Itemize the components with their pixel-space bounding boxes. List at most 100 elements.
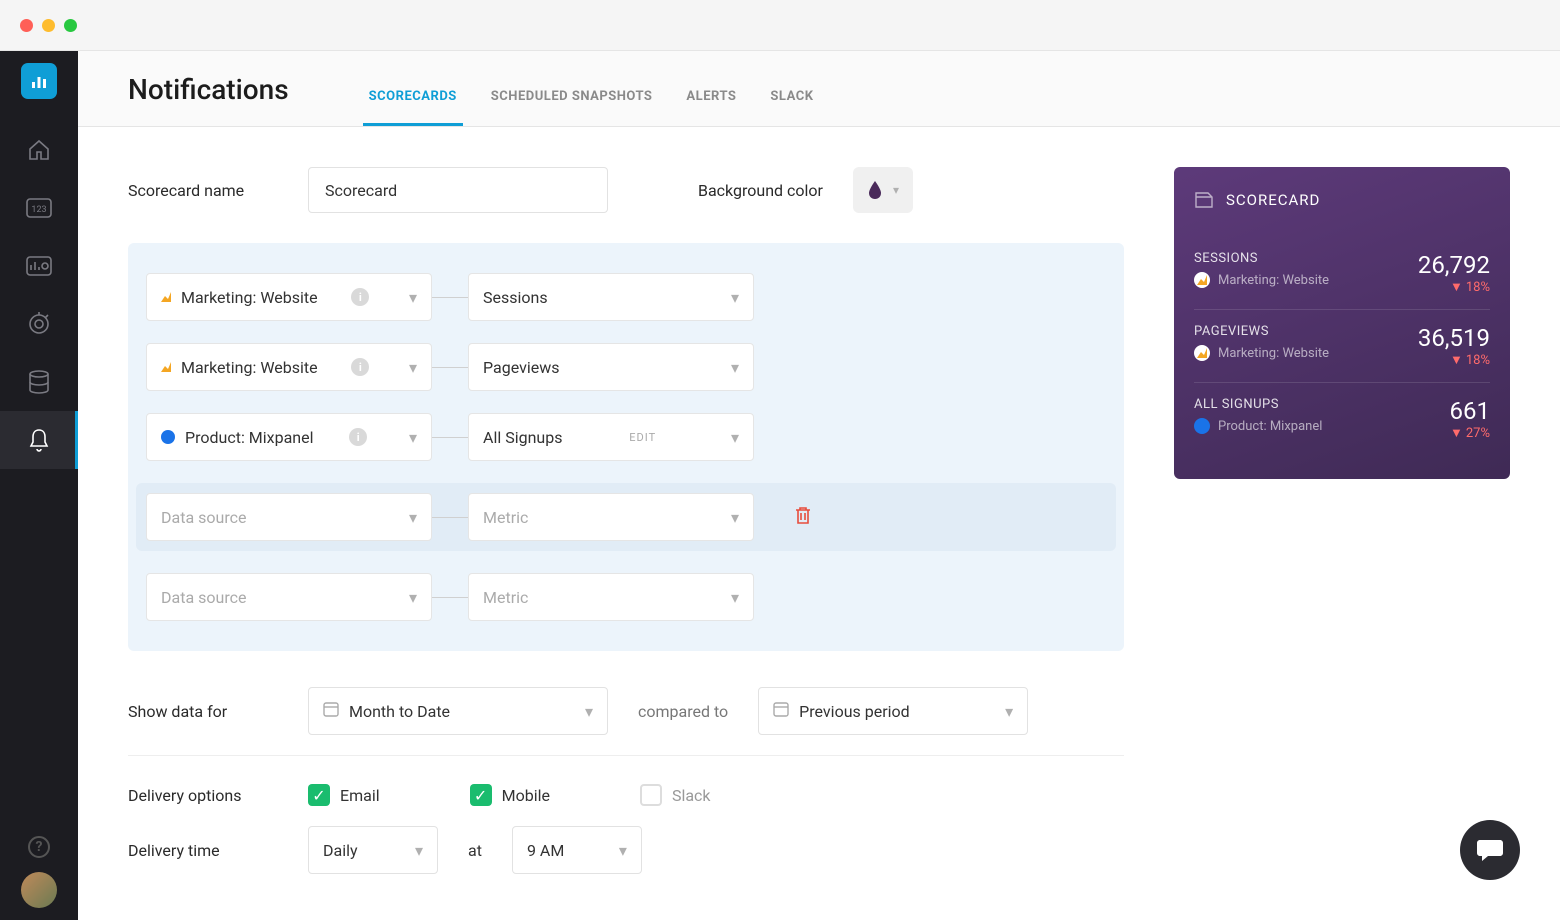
time-dropdown[interactable]: 9 AM ▾ [512, 826, 642, 874]
connector-line [432, 597, 468, 598]
metric-row: Marketing: Website i ▾ Sessions ▾ [146, 273, 1106, 321]
checkbox-mobile[interactable]: ✓ [470, 784, 492, 806]
metric-row-empty: Data source ▾ Metric ▾ [146, 573, 1106, 621]
minimize-window-button[interactable] [42, 19, 55, 32]
svg-text:123: 123 [31, 205, 46, 215]
date-range-value: Month to Date [349, 702, 450, 721]
checkbox-label-mobile: Mobile [502, 786, 550, 805]
preview-metric-name: ALL SIGNUPS [1194, 397, 1322, 412]
chevron-down-icon: ▾ [585, 702, 593, 721]
app-logo[interactable] [0, 51, 78, 111]
source-label: Product: Mixpanel [185, 428, 313, 447]
preview-metric-value: 36,519 [1418, 324, 1490, 352]
mixpanel-icon [1194, 418, 1210, 434]
placeholder-text: Metric [483, 508, 528, 527]
metric-selector-empty[interactable]: Metric ▾ [468, 573, 754, 621]
preview-metric-name: SESSIONS [1194, 251, 1329, 266]
chevron-down-icon: ▾ [731, 358, 739, 377]
frequency-dropdown[interactable]: Daily ▾ [308, 826, 438, 874]
page-header: Notifications SCORECARDS SCHEDULED SNAPS… [78, 51, 1560, 127]
data-source-selector[interactable]: Marketing: Website i ▾ [146, 273, 432, 321]
frequency-value: Daily [323, 841, 358, 860]
metric-row: Marketing: Website i ▾ Pageviews ▾ [146, 343, 1106, 391]
chevron-down-icon: ▾ [409, 358, 417, 377]
checkbox-slack[interactable] [640, 784, 662, 806]
tabs: SCORECARDS SCHEDULED SNAPSHOTS ALERTS SL… [369, 75, 814, 126]
preview-metric-change: 18% [1466, 280, 1490, 295]
edit-label[interactable]: EDIT [629, 431, 656, 444]
target-icon [27, 312, 51, 336]
droplet-icon [867, 180, 883, 200]
scorecard-preview: SCORECARD SESSIONS Marketing: Website 26… [1174, 167, 1510, 479]
metric-selector[interactable]: All Signups EDIT ▾ [468, 413, 754, 461]
sidebar-item-metrics[interactable]: 123 [0, 179, 78, 237]
sidebar-item-datasources[interactable] [0, 353, 78, 411]
info-icon[interactable]: i [351, 358, 369, 376]
metric-row: Product: Mixpanel i ▾ All Signups EDIT ▾ [146, 413, 1106, 461]
preview-metric-change: 18% [1466, 353, 1490, 368]
delete-row-button[interactable] [794, 505, 812, 530]
compare-to-dropdown[interactable]: Previous period ▾ [758, 687, 1028, 735]
chevron-down-icon: ▾ [731, 508, 739, 527]
close-window-button[interactable] [20, 19, 33, 32]
placeholder-text: Data source [161, 588, 246, 607]
maximize-window-button[interactable] [64, 19, 77, 32]
preview-metric-source: Marketing: Website [1218, 273, 1329, 288]
tab-scorecards[interactable]: SCORECARDS [369, 89, 457, 126]
metric-selector[interactable]: Pageviews ▾ [468, 343, 754, 391]
data-source-selector-empty[interactable]: Data source ▾ [146, 573, 432, 621]
metric-selector-empty[interactable]: Metric ▾ [468, 493, 754, 541]
preview-metric-change: 27% [1466, 426, 1490, 441]
connector-line [432, 517, 468, 518]
chevron-down-icon: ▾ [731, 428, 739, 447]
chevron-down-icon: ▾ [619, 841, 627, 860]
down-arrow-icon: ▼ [1450, 279, 1463, 295]
preview-title: SCORECARD [1226, 191, 1320, 209]
data-source-selector[interactable]: Marketing: Website i ▾ [146, 343, 432, 391]
tab-scheduled-snapshots[interactable]: SCHEDULED SNAPSHOTS [491, 89, 653, 126]
calendar-icon [773, 701, 789, 721]
placeholder-text: Data source [161, 508, 246, 527]
info-icon[interactable]: i [349, 428, 367, 446]
help-button[interactable]: ? [28, 836, 50, 858]
down-arrow-icon: ▼ [1450, 425, 1463, 441]
logo-icon [30, 72, 48, 90]
preview-metric-value: 26,792 [1418, 251, 1490, 279]
chevron-down-icon: ▾ [409, 428, 417, 447]
info-icon[interactable]: i [351, 288, 369, 306]
label-scorecard-name: Scorecard name [128, 181, 278, 200]
label-delivery-options: Delivery options [128, 786, 278, 805]
connector-line [432, 297, 468, 298]
database-icon [28, 370, 50, 394]
tab-slack[interactable]: SLACK [770, 89, 813, 126]
tab-alerts[interactable]: ALERTS [686, 89, 736, 126]
preview-metric-name: PAGEVIEWS [1194, 324, 1329, 339]
window-titlebar [0, 0, 1560, 50]
scorecard-icon [1194, 191, 1214, 209]
source-label: Marketing: Website [181, 288, 318, 307]
sidebar-item-goals[interactable] [0, 295, 78, 353]
google-analytics-icon [161, 292, 171, 302]
sidebar-item-home[interactable] [0, 121, 78, 179]
chat-support-button[interactable] [1460, 820, 1520, 880]
chat-icon [1476, 837, 1504, 863]
label-delivery-time: Delivery time [128, 841, 278, 860]
google-analytics-icon [1194, 272, 1210, 288]
dashboard-icon [26, 256, 52, 276]
scorecard-name-input[interactable] [308, 167, 608, 213]
metric-selector[interactable]: Sessions ▾ [468, 273, 754, 321]
data-source-selector[interactable]: Product: Mixpanel i ▾ [146, 413, 432, 461]
connector-line [432, 437, 468, 438]
background-color-picker[interactable]: ▾ [853, 167, 913, 213]
connector-line [432, 367, 468, 368]
date-range-dropdown[interactable]: Month to Date ▾ [308, 687, 608, 735]
sidebar-item-dashboards[interactable] [0, 237, 78, 295]
checkbox-email[interactable]: ✓ [308, 784, 330, 806]
chevron-down-icon: ▾ [415, 841, 423, 860]
chevron-down-icon: ▾ [1005, 702, 1013, 721]
preview-metric: PAGEVIEWS Marketing: Website 36,519 ▼18% [1194, 310, 1490, 383]
sidebar: 123 ? [0, 51, 78, 920]
user-avatar[interactable] [21, 872, 57, 908]
sidebar-item-notifications[interactable] [0, 411, 78, 469]
data-source-selector-empty[interactable]: Data source ▾ [146, 493, 432, 541]
